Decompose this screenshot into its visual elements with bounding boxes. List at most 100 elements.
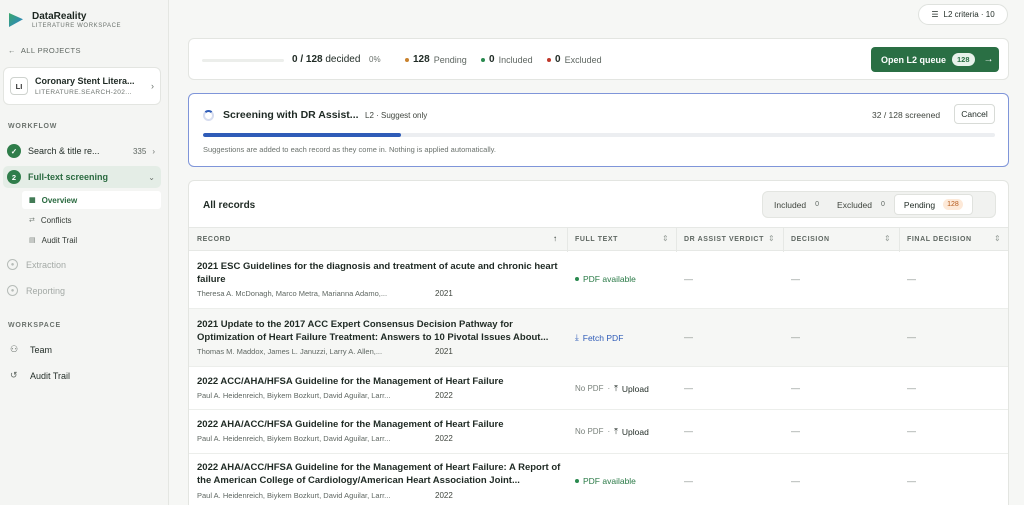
verdict-value: — <box>684 476 693 486</box>
l2-criteria-button[interactable]: ☰ L2 criteria · 10 <box>918 4 1008 25</box>
column-header-record[interactable]: RECORD <box>197 236 231 243</box>
subnav-conflicts[interactable]: ⇄ Conflicts <box>22 211 161 229</box>
final-decision-value: — <box>907 274 916 284</box>
upload-icon[interactable]: ⤒ <box>614 426 618 437</box>
column-header-verdict[interactable]: DR ASSIST VERDICT <box>684 236 764 243</box>
final-decision-value: — <box>907 476 916 486</box>
workflow-step-search[interactable]: ✓ Search & title re... 335 › <box>3 140 161 162</box>
table-row[interactable]: 2022 ACC/AHA/HFSA Guideline for the Mana… <box>189 367 1008 410</box>
table-row[interactable]: 2021 Update to the 2017 ACC Expert Conse… <box>189 309 1008 367</box>
filter-pending[interactable]: Pending 128 <box>893 194 973 215</box>
record-title[interactable]: 2021 ESC Guidelines for the diagnosis an… <box>197 260 561 286</box>
brand-name: DataReality <box>32 11 87 22</box>
separator-dot: · <box>607 384 611 393</box>
excluded-count: 0 <box>555 54 561 65</box>
record-year: 2022 <box>435 391 453 400</box>
arrow-left-icon: ← <box>8 46 16 55</box>
brand[interactable]: DataReality LITERATURE WORKSPACE <box>7 11 121 29</box>
excluded-label: Excluded <box>564 54 602 65</box>
record-title[interactable]: 2022 ACC/AHA/HFSA Guideline for the Mana… <box>197 375 561 388</box>
workspace-audit-trail[interactable]: ↺ Audit Trail <box>10 370 70 381</box>
project-subtitle: LITERATURE.SEARCH-202... <box>35 89 132 96</box>
workflow-step-fulltext[interactable]: 2 Full-text screening ⌄ <box>3 166 161 188</box>
record-title[interactable]: 2021 Update to the 2017 ACC Expert Conse… <box>197 318 561 344</box>
included-stat: 0 Included <box>481 54 533 65</box>
filter-label: Included <box>774 199 807 210</box>
final-decision-value: — <box>907 426 916 436</box>
upload-button[interactable]: Upload <box>622 384 649 394</box>
verdict-value: — <box>684 332 693 342</box>
decision-value[interactable]: — <box>791 426 800 436</box>
full-text-cell: No PDF · ⤒ Upload <box>575 383 649 394</box>
workflow-step-label: Reporting <box>26 285 66 296</box>
pending-label: Pending <box>433 54 467 65</box>
project-switcher[interactable]: LI Coronary Stent Litera... LITERATURE.S… <box>3 67 161 105</box>
workflow-step-label: Extraction <box>26 259 67 270</box>
verdict-value: — <box>684 426 693 436</box>
included-label: Included <box>498 54 533 65</box>
sort-icon[interactable]: ⇕ <box>884 234 891 243</box>
record-authors: Thomas M. Maddox, James L. Januzzi, Larr… <box>197 347 383 356</box>
decision-value[interactable]: — <box>791 383 800 393</box>
sort-icon[interactable]: ⇕ <box>662 234 669 243</box>
pdf-available-status[interactable]: PDF available <box>575 274 636 284</box>
decision-value[interactable]: — <box>791 332 800 342</box>
record-title[interactable]: 2022 AHA/ACC/HFSA Guideline for the Mana… <box>197 461 561 487</box>
queue-button-label: Open L2 queue <box>881 54 947 65</box>
record-title[interactable]: 2022 AHA/ACC/HFSA Guideline for the Mana… <box>197 418 561 431</box>
workspace-section-label: WORKSPACE <box>8 322 61 329</box>
pending-count: 128 <box>413 54 430 65</box>
check-icon: ✓ <box>7 144 21 158</box>
list-icon: ☰ <box>931 10 939 19</box>
fetch-pdf-button[interactable]: ⤓ Fetch PDF <box>575 332 623 343</box>
table-row[interactable]: 2022 AHA/ACC/HFSA Guideline for the Mana… <box>189 410 1008 454</box>
workflow-step-reporting: ● Reporting <box>7 285 65 296</box>
filter-included[interactable]: Included 0 <box>765 194 828 215</box>
decision-value[interactable]: — <box>791 274 800 284</box>
filter-count: 128 <box>943 199 963 210</box>
column-header-decision[interactable]: DECISION <box>791 236 830 243</box>
cancel-button[interactable]: Cancel <box>954 104 995 124</box>
workflow-step-count: 335 <box>132 146 147 156</box>
record-authors: Paul A. Heidenreich, Biykem Bozkurt, Dav… <box>197 391 391 400</box>
upload-button[interactable]: Upload <box>622 427 649 437</box>
chevron-right-icon: › <box>151 81 154 91</box>
arrow-right-icon: → <box>983 54 994 65</box>
assist-progress-bar <box>203 133 995 137</box>
queue-count-badge: 128 <box>952 53 975 66</box>
sort-icon[interactable]: ⇕ <box>994 234 1001 243</box>
full-text-label: Fetch PDF <box>582 332 624 343</box>
step-number-badge: 2 <box>7 170 21 184</box>
subnav-audit-trail[interactable]: ▤ Audit Trail <box>22 231 161 249</box>
record-authors: Paul A. Heidenreich, Biykem Bozkurt, Dav… <box>197 434 391 443</box>
final-decision-value: — <box>907 383 916 393</box>
record-year: 2021 <box>435 347 453 356</box>
subnav-label: Conflicts <box>40 215 72 225</box>
included-count: 0 <box>489 54 495 65</box>
lock-icon: ● <box>7 285 18 296</box>
filter-excluded[interactable]: Excluded 0 <box>828 194 894 215</box>
status-dot-icon <box>575 479 579 483</box>
record-authors: Theresa A. McDonagh, Marco Metra, Marian… <box>197 289 388 298</box>
decision-value[interactable]: — <box>791 476 800 486</box>
workflow-section-label: WORKFLOW <box>8 123 58 130</box>
subnav-overview[interactable]: ▦ Overview <box>22 191 161 209</box>
upload-icon[interactable]: ⤒ <box>614 383 618 394</box>
sort-ascending-icon[interactable]: ↑ <box>553 234 557 243</box>
pdf-available-status[interactable]: PDF available <box>575 476 636 486</box>
filter-count: 0 <box>815 201 820 208</box>
all-projects-link[interactable]: ← ALL PROJECTS <box>8 46 81 55</box>
assist-mode: L2 · Suggest only <box>365 111 428 120</box>
record-year: 2022 <box>435 491 453 500</box>
datareality-logo-icon <box>7 11 25 29</box>
workspace-team[interactable]: ⚇ Team <box>10 344 52 355</box>
chevron-down-icon: ⌄ <box>148 172 155 182</box>
decided-label: decided <box>325 54 361 65</box>
sort-icon[interactable]: ⇕ <box>768 234 775 243</box>
column-header-final-decision[interactable]: FINAL DECISION <box>907 236 972 243</box>
open-l2-queue-button[interactable]: Open L2 queue 128 → <box>871 47 999 72</box>
table-row[interactable]: 2022 AHA/ACC/HFSA Guideline for the Mana… <box>189 454 1008 505</box>
column-header-full-text[interactable]: FULL TEXT <box>575 236 618 243</box>
included-dot-icon <box>481 57 485 62</box>
table-row[interactable]: 2021 ESC Guidelines for the diagnosis an… <box>189 251 1008 309</box>
